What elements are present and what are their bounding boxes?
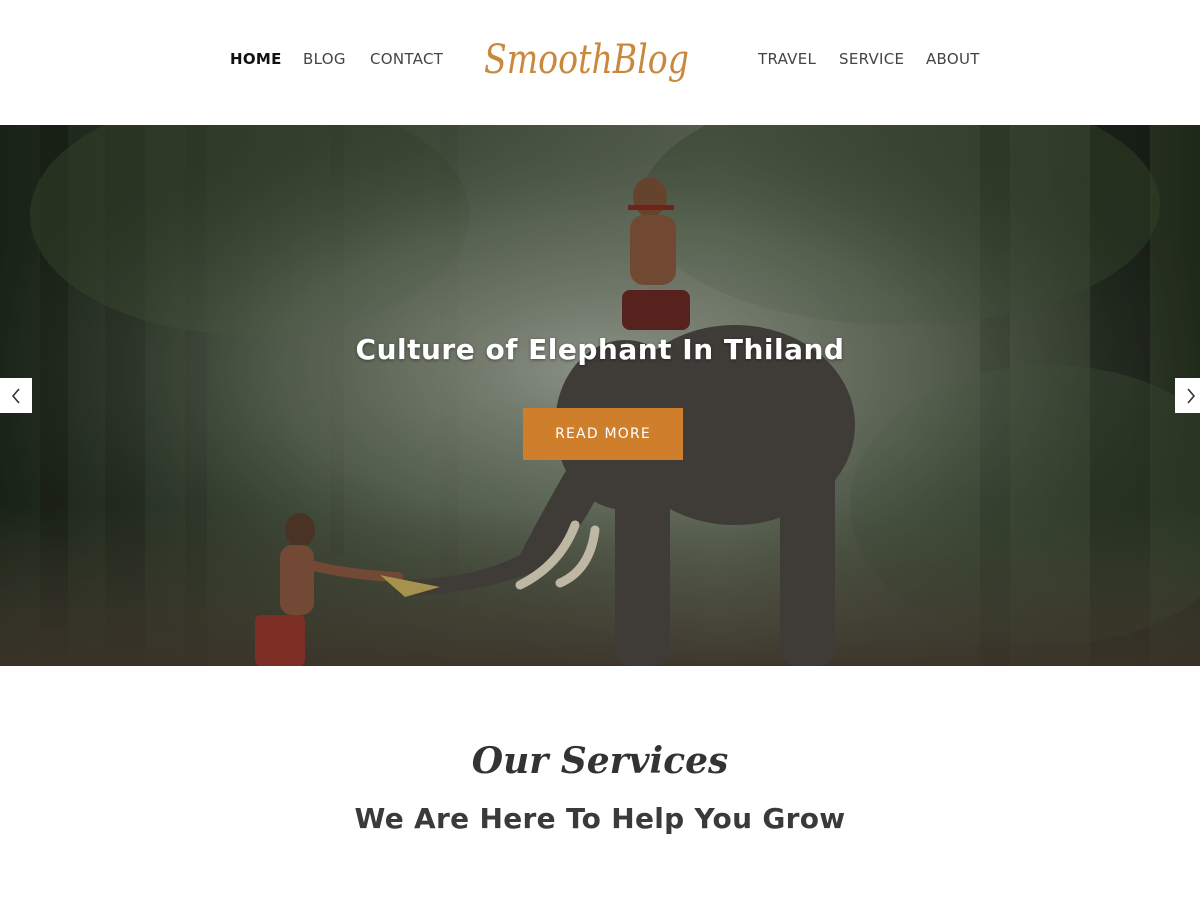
site-logo[interactable]: SmoothBlog [480, 30, 695, 88]
hero-slider: Culture of Elephant In Thiland READ MORE [0, 125, 1200, 666]
chevron-left-icon [11, 387, 20, 404]
hero-title: Culture of Elephant In Thiland [355, 333, 845, 366]
hero-overlay [0, 125, 1200, 666]
chevron-right-icon [1187, 387, 1196, 404]
nav-contact-link[interactable]: CONTACT [370, 50, 443, 68]
logo-wordmark: SmoothBlog [484, 37, 689, 83]
nav-home-link[interactable]: HOME [230, 50, 282, 68]
svg-text:SmoothBlog: SmoothBlog [484, 37, 689, 83]
services-heading: We Are Here To Help You Grow [354, 802, 846, 835]
services-script-title: Our Services [471, 740, 729, 782]
slider-prev-button[interactable] [0, 378, 32, 413]
nav-travel-link[interactable]: TRAVEL [758, 50, 816, 68]
read-more-button[interactable]: READ MORE [523, 408, 683, 460]
nav-blog-link[interactable]: BLOG [303, 50, 346, 68]
site-header: HOME BLOG CONTACT SmoothBlog TRAVEL SERV… [0, 0, 1200, 125]
slider-next-button[interactable] [1175, 378, 1200, 413]
nav-about-link[interactable]: ABOUT [926, 50, 980, 68]
nav-service-link[interactable]: SERVICE [839, 50, 904, 68]
